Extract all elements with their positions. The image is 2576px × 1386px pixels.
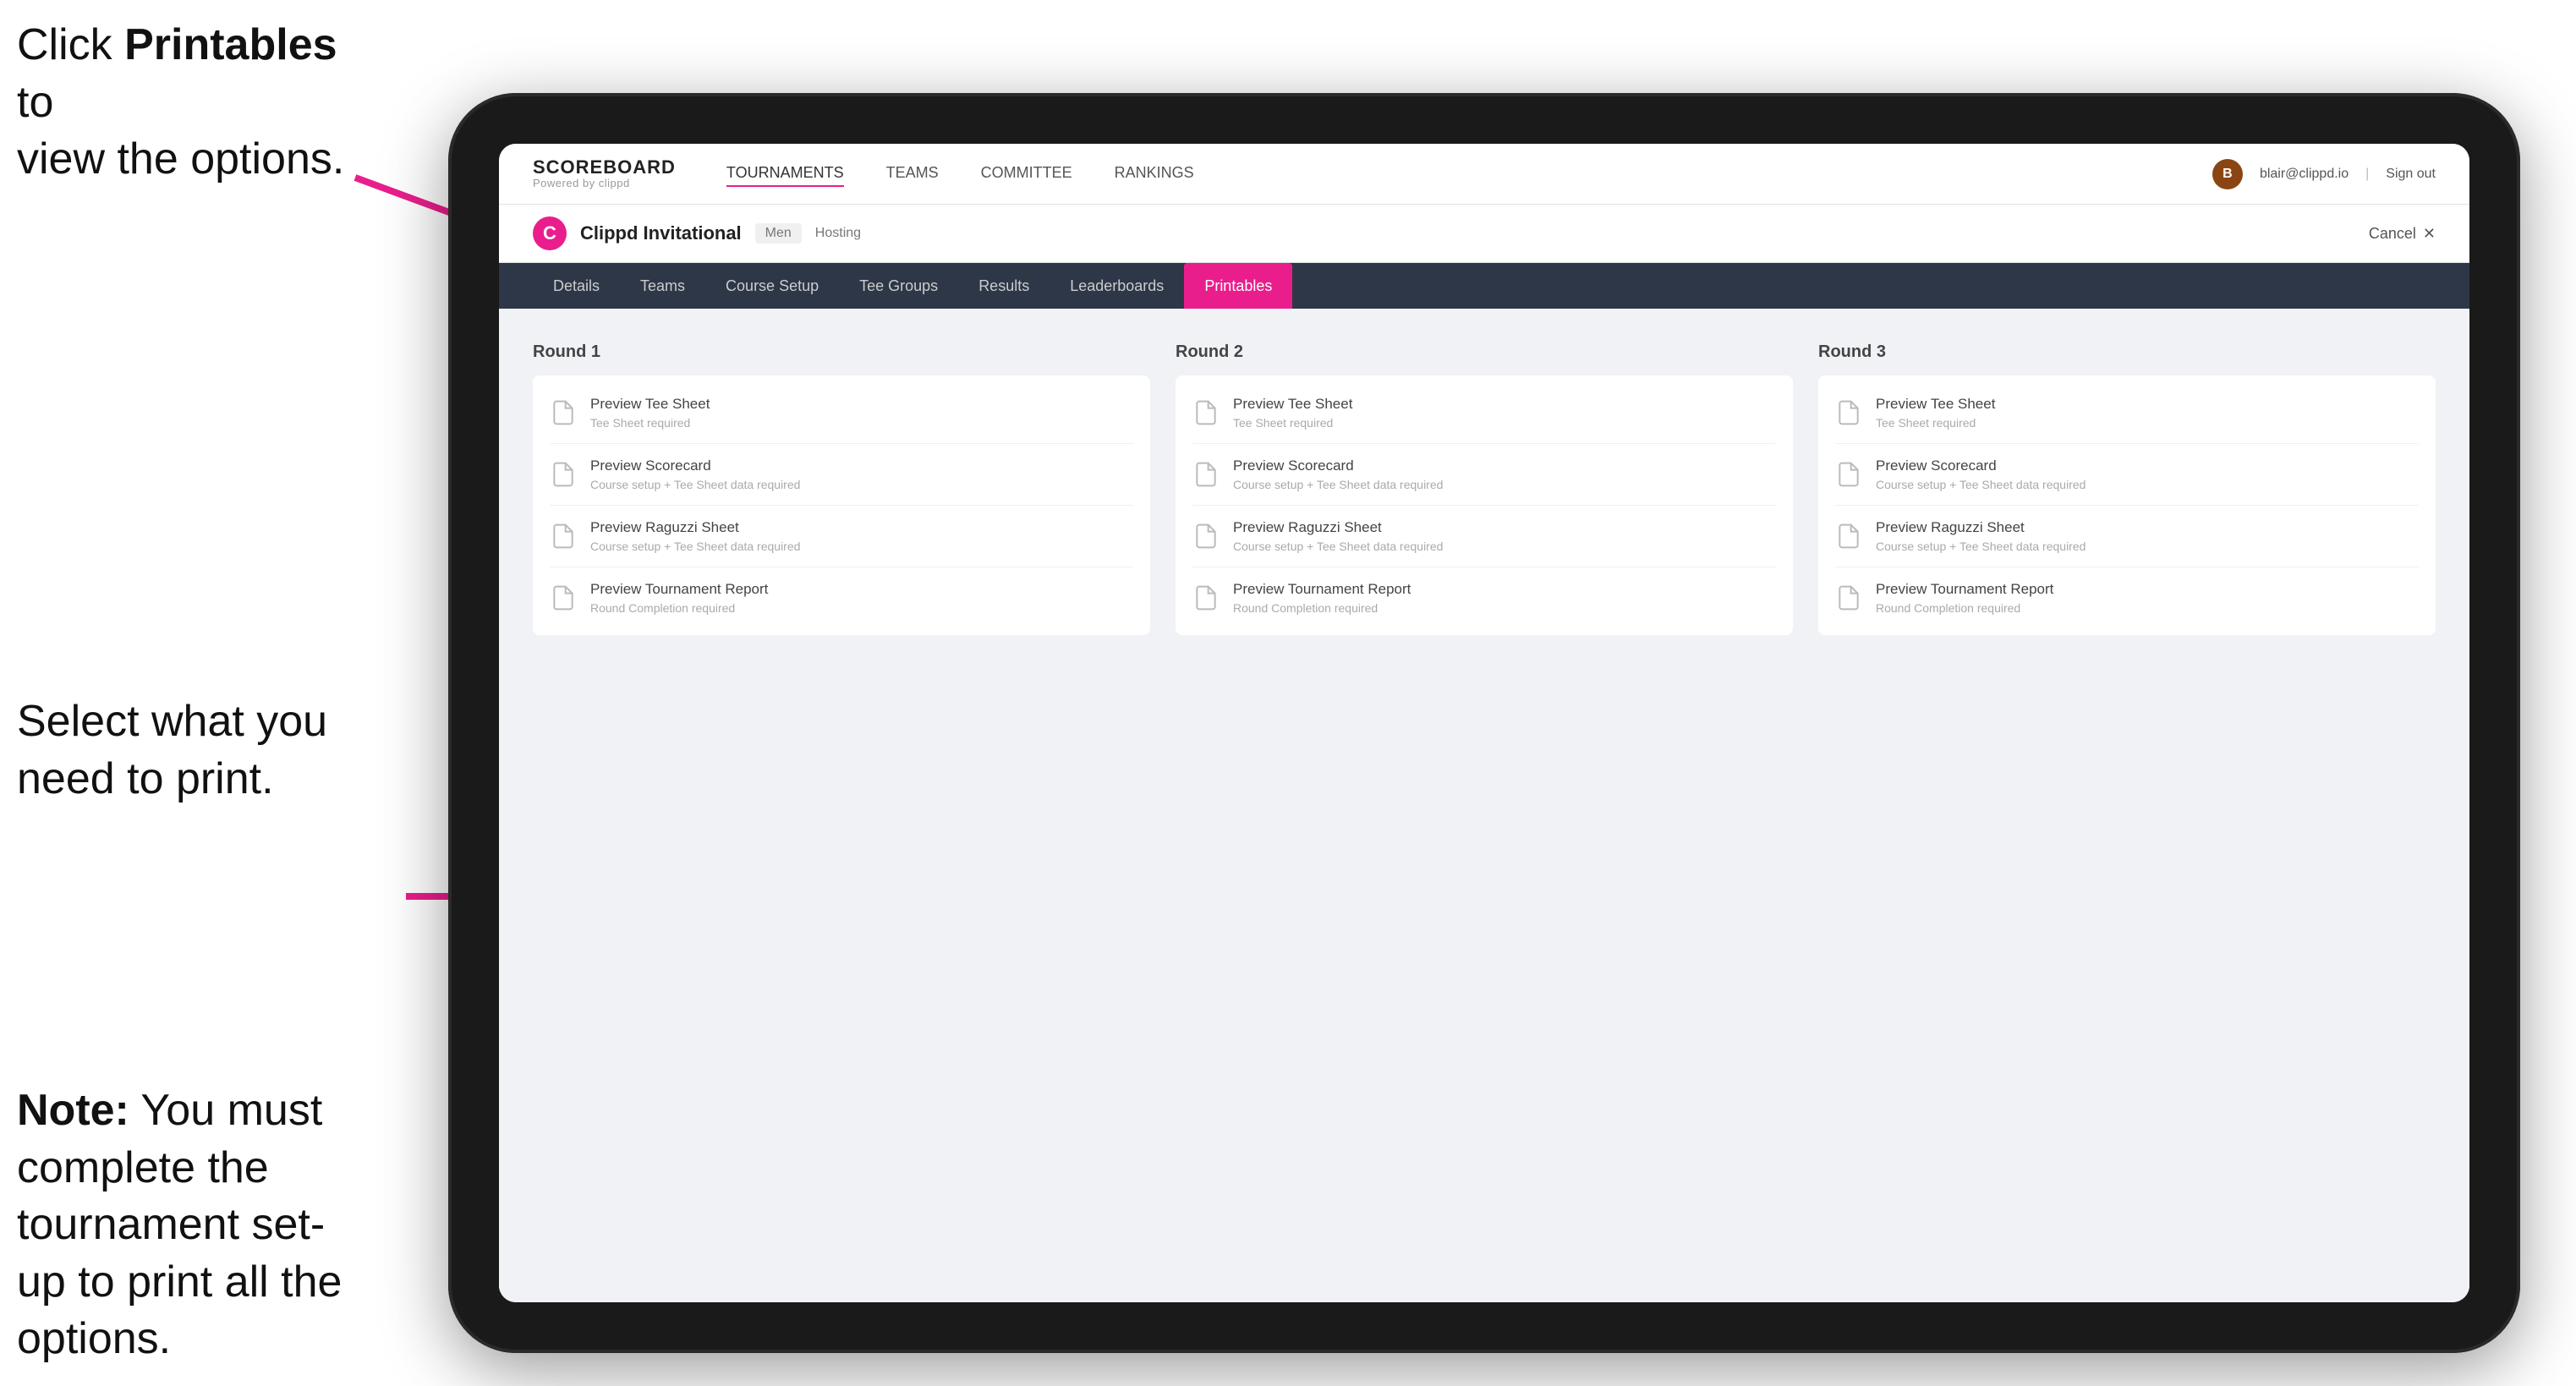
tournament-header: C Clippd Invitational Men Hosting Cancel… (499, 205, 2469, 263)
sign-out-link[interactable]: Sign out (2386, 167, 2436, 182)
round3-scorecard-sub: Course setup + Tee Sheet data required (1876, 478, 2085, 491)
round1-report-title: Preview Tournament Report (590, 581, 768, 598)
annotation-top: Click Printables toview the options. (17, 17, 355, 189)
document-icon (1192, 397, 1219, 428)
document-icon (1192, 459, 1219, 490)
scoreboard-logo: SCOREBOARD Powered by clippd (533, 157, 676, 189)
round2-tee-sheet-title: Preview Tee Sheet (1233, 396, 1352, 413)
tab-details[interactable]: Details (533, 263, 620, 309)
round-2-label: Round 2 (1176, 342, 1793, 362)
round2-tee-sheet-sub: Tee Sheet required (1233, 416, 1352, 430)
tournament-name: Clippd Invitational (580, 222, 742, 244)
round3-raguzzi-sub: Course setup + Tee Sheet data required (1876, 540, 2085, 553)
round-3-label: Round 3 (1818, 342, 2436, 362)
tablet-screen: SCOREBOARD Powered by clippd TOURNAMENTS… (499, 144, 2469, 1302)
round2-scorecard-sub: Course setup + Tee Sheet data required (1233, 478, 1443, 491)
tab-tee-groups[interactable]: Tee Groups (839, 263, 958, 309)
round3-tee-sheet[interactable]: Preview Tee Sheet Tee Sheet required (1835, 396, 2419, 444)
round-2-section: Round 2 Preview Tee Sheet Tee Sheet requ… (1176, 342, 1793, 635)
round2-report-sub: Round Completion required (1233, 601, 1411, 615)
round2-raguzzi[interactable]: Preview Raguzzi Sheet Course setup + Tee… (1192, 506, 1776, 567)
round2-raguzzi-title: Preview Raguzzi Sheet (1233, 519, 1443, 536)
tab-teams[interactable]: Teams (620, 263, 705, 309)
document-icon (1192, 521, 1219, 551)
round1-scorecard-sub: Course setup + Tee Sheet data required (590, 478, 800, 491)
round2-raguzzi-sub: Course setup + Tee Sheet data required (1233, 540, 1443, 553)
document-icon (550, 521, 577, 551)
round-2-card: Preview Tee Sheet Tee Sheet required Pre… (1176, 375, 1793, 635)
round2-report-title: Preview Tournament Report (1233, 581, 1411, 598)
round1-raguzzi-title: Preview Raguzzi Sheet (590, 519, 800, 536)
round1-tee-sheet-title: Preview Tee Sheet (590, 396, 710, 413)
round3-raguzzi-title: Preview Raguzzi Sheet (1876, 519, 2085, 536)
top-nav: SCOREBOARD Powered by clippd TOURNAMENTS… (499, 144, 2469, 205)
round3-scorecard-title: Preview Scorecard (1876, 457, 2085, 474)
top-nav-links: TOURNAMENTS TEAMS COMMITTEE RANKINGS (726, 161, 2162, 187)
round3-tee-sheet-title: Preview Tee Sheet (1876, 396, 1995, 413)
tournament-tag: Men (755, 223, 802, 244)
annotation-middle: Select what you need to print. (17, 693, 338, 808)
logo-title: SCOREBOARD (533, 157, 676, 178)
nav-link-tournaments[interactable]: TOURNAMENTS (726, 161, 844, 187)
top-nav-right: B blair@clippd.io | Sign out (2212, 159, 2436, 189)
round1-raguzzi[interactable]: Preview Raguzzi Sheet Course setup + Tee… (550, 506, 1133, 567)
document-icon (550, 583, 577, 613)
round3-report-title: Preview Tournament Report (1876, 581, 2053, 598)
round-3-card: Preview Tee Sheet Tee Sheet required Pre… (1818, 375, 2436, 635)
round3-scorecard[interactable]: Preview Scorecard Course setup + Tee She… (1835, 444, 2419, 506)
document-icon (550, 397, 577, 428)
document-icon (1192, 583, 1219, 613)
tab-leaderboards[interactable]: Leaderboards (1050, 263, 1184, 309)
sub-nav: Details Teams Course Setup Tee Groups Re… (499, 263, 2469, 309)
round3-tee-sheet-sub: Tee Sheet required (1876, 416, 1995, 430)
document-icon (1835, 521, 1862, 551)
cancel-button[interactable]: Cancel ✕ (2369, 225, 2436, 243)
round2-tee-sheet[interactable]: Preview Tee Sheet Tee Sheet required (1192, 396, 1776, 444)
tab-printables[interactable]: Printables (1184, 263, 1292, 309)
round-1-label: Round 1 (533, 342, 1150, 362)
document-icon (1835, 397, 1862, 428)
round1-tee-sheet-sub: Tee Sheet required (590, 416, 710, 430)
round3-tournament-report[interactable]: Preview Tournament Report Round Completi… (1835, 567, 2419, 615)
tournament-left: C Clippd Invitational Men Hosting (533, 216, 861, 250)
logo-sub: Powered by clippd (533, 178, 676, 189)
round1-tournament-report[interactable]: Preview Tournament Report Round Completi… (550, 567, 1133, 615)
annotation-bold-printables: Printables (124, 20, 337, 69)
tournament-logo: C (533, 216, 567, 250)
nav-link-rankings[interactable]: RANKINGS (1115, 161, 1194, 187)
round2-scorecard-title: Preview Scorecard (1233, 457, 1443, 474)
tab-results[interactable]: Results (958, 263, 1050, 309)
round-3-section: Round 3 Preview Tee Sheet Tee Sheet requ… (1818, 342, 2436, 635)
document-icon (1835, 583, 1862, 613)
annotation-note-bold: Note: (17, 1086, 129, 1135)
nav-link-committee[interactable]: COMMITTEE (981, 161, 1072, 187)
round2-scorecard[interactable]: Preview Scorecard Course setup + Tee She… (1192, 444, 1776, 506)
round-1-card: Preview Tee Sheet Tee Sheet required Pre… (533, 375, 1150, 635)
tab-course-setup[interactable]: Course Setup (705, 263, 839, 309)
tablet-frame: SCOREBOARD Powered by clippd TOURNAMENTS… (448, 93, 2520, 1353)
main-content: Round 1 Preview Tee Sheet Tee Sheet requ… (499, 309, 2469, 1302)
round1-scorecard-title: Preview Scorecard (590, 457, 800, 474)
nav-link-teams[interactable]: TEAMS (886, 161, 939, 187)
user-avatar: B (2212, 159, 2243, 189)
round-1-section: Round 1 Preview Tee Sheet Tee Sheet requ… (533, 342, 1150, 635)
round1-report-sub: Round Completion required (590, 601, 768, 615)
round1-scorecard[interactable]: Preview Scorecard Course setup + Tee She… (550, 444, 1133, 506)
round1-raguzzi-sub: Course setup + Tee Sheet data required (590, 540, 800, 553)
cancel-icon: ✕ (2423, 225, 2436, 243)
round1-tee-sheet[interactable]: Preview Tee Sheet Tee Sheet required (550, 396, 1133, 444)
document-icon (550, 459, 577, 490)
round3-raguzzi[interactable]: Preview Raguzzi Sheet Course setup + Tee… (1835, 506, 2419, 567)
user-email: blair@clippd.io (2260, 167, 2349, 182)
rounds-grid: Round 1 Preview Tee Sheet Tee Sheet requ… (533, 342, 2436, 635)
tournament-status: Hosting (815, 226, 861, 241)
round2-tournament-report[interactable]: Preview Tournament Report Round Completi… (1192, 567, 1776, 615)
round3-report-sub: Round Completion required (1876, 601, 2053, 615)
document-icon (1835, 459, 1862, 490)
separator: | (2365, 167, 2369, 182)
annotation-bottom: Note: You must complete the tournament s… (17, 1082, 372, 1368)
